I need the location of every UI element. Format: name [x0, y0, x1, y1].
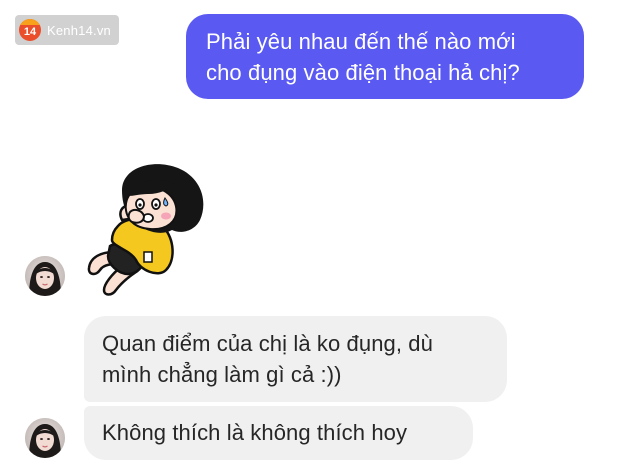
crying-cartoon-girl-sticker-icon[interactable]	[82, 160, 212, 298]
avatar[interactable]	[25, 418, 65, 458]
kenh14-logo-icon: 14	[19, 19, 41, 41]
message-line: Phải yêu nhau đến thế nào mới	[206, 29, 516, 54]
watermark-site-text: Kenh14.vn	[47, 22, 111, 38]
kenh14-watermark: 14 Kenh14.vn	[15, 15, 119, 45]
message-line: cho đụng vào điện thoại hả chị?	[206, 60, 520, 85]
user-avatar-icon	[25, 256, 65, 296]
message-line: mình chẳng làm gì cả :))	[102, 362, 342, 387]
avatar[interactable]	[25, 256, 65, 296]
incoming-message-bubble[interactable]: Không thích là không thích hoy	[84, 406, 473, 460]
message-line: Quan điểm của chị là ko đụng, dù	[102, 331, 433, 356]
user-avatar-icon	[25, 418, 65, 458]
outgoing-message-bubble[interactable]: Phải yêu nhau đến thế nào mới cho đụng v…	[186, 14, 584, 99]
incoming-message-bubble[interactable]: Quan điểm của chị là ko đụng, dù mình ch…	[84, 316, 507, 402]
message-line: Không thích là không thích hoy	[102, 420, 408, 445]
logo-number: 14	[23, 26, 37, 38]
